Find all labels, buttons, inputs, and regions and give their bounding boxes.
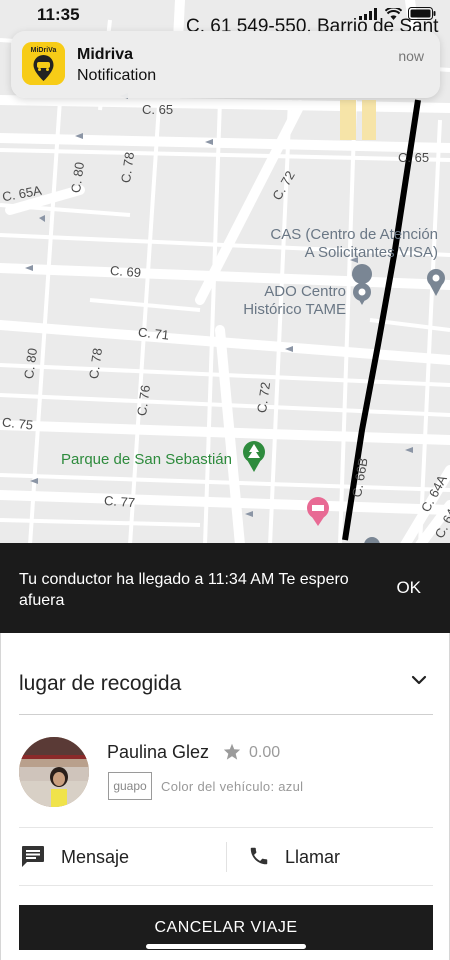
trip-bottom-sheet: lugar de recogida Paulina Glez 0.00 guap… — [0, 633, 450, 960]
arrival-snackbar: Tu conductor ha llegado a 11:34 AM Te es… — [0, 543, 450, 633]
driver-name: Paulina Glez — [107, 742, 210, 762]
street-label: C. 65 — [398, 150, 430, 165]
poi-label-ado: ADO Centro Histórico TAME — [243, 283, 346, 318]
street-label: C. 69 — [109, 262, 142, 281]
call-button-label: Llamar — [285, 847, 341, 867]
snackbar-message: Tu conductor ha llegado a 11:34 AM Te es… — [19, 571, 349, 609]
poi-label-cas: CAS (Centro de Atención A Solicitantes V… — [270, 226, 438, 261]
chevron-down-icon[interactable] — [411, 675, 427, 685]
contact-actions-row: Mensaje Llamar — [19, 828, 433, 886]
driver-photo — [19, 737, 89, 807]
star-icon — [223, 743, 241, 760]
status-bar: C. 61 549-550, Barrio de Sant 11:35 — [0, 0, 450, 37]
status-time: 11:35 — [37, 5, 80, 24]
svg-text:MiDriVa: MiDriVa — [31, 47, 57, 54]
vehicle-color-label: Color del vehículo: azul — [161, 779, 304, 794]
notification-time: now — [398, 48, 424, 64]
driver-avatar — [19, 737, 89, 807]
notification-body: Notification — [77, 67, 157, 84]
street-label: C. 77 — [103, 492, 136, 511]
street-label: C. 71 — [137, 324, 170, 343]
app-icon: MiDriVa — [22, 42, 65, 85]
street-label: C. 75 — [1, 414, 34, 433]
notification-app-name: Midriva — [77, 46, 134, 63]
message-button-label: Mensaje — [61, 847, 130, 867]
wifi-icon — [385, 7, 402, 20]
driver-rating: 0.00 — [249, 744, 281, 761]
pickup-location-label: lugar de recogida — [19, 672, 182, 695]
status-icons — [359, 7, 436, 20]
home-indicator[interactable] — [146, 944, 306, 949]
push-notification[interactable]: MiDriVa Midriva Notification now — [11, 31, 440, 98]
call-button[interactable]: Llamar — [227, 828, 433, 886]
midriva-logo-icon: MiDriVa — [22, 42, 65, 85]
street-label: C. 65 — [142, 102, 174, 117]
chat-icon — [22, 846, 44, 867]
signal-icon — [359, 7, 377, 20]
snackbar-ok-button[interactable]: OK — [396, 578, 421, 598]
phone-icon — [250, 847, 268, 865]
poi-label-park: Parque de San Sebastián — [61, 451, 232, 468]
driver-info-row: Paulina Glez 0.00 guapo Color del vehícu… — [19, 733, 433, 828]
pickup-location-row[interactable]: lugar de recogida — [19, 651, 433, 715]
battery-icon — [408, 7, 436, 20]
license-plate-badge: guapo — [108, 772, 152, 800]
message-button[interactable]: Mensaje — [19, 828, 225, 886]
